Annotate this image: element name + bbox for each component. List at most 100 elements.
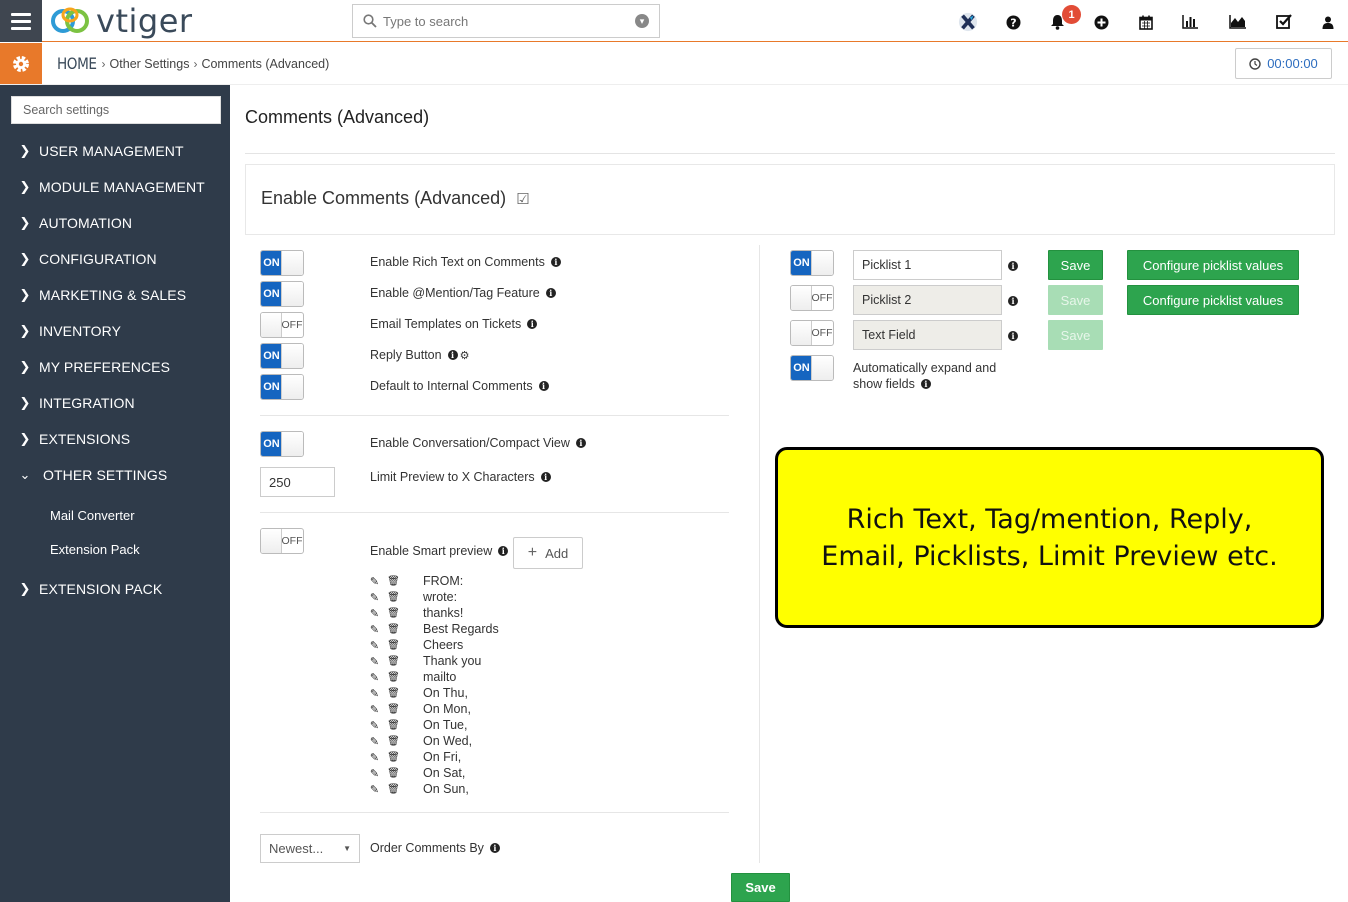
- pencil-icon[interactable]: ✎: [369, 687, 380, 700]
- settings-search-input[interactable]: Search settings: [11, 96, 221, 124]
- area-chart-icon[interactable]: [1227, 12, 1247, 32]
- info-icon[interactable]: i: [920, 379, 931, 389]
- sidebar-subitem-mail-converter[interactable]: Mail Converter: [50, 508, 135, 523]
- sidebar-item-automation[interactable]: ❯ AUTOMATION: [18, 212, 132, 234]
- trash-icon[interactable]: 🗑: [387, 672, 400, 683]
- info-icon[interactable]: i: [527, 319, 538, 329]
- sidebar-item-marketing-sales[interactable]: ❯ MARKETING & SALES: [18, 284, 187, 306]
- sidebar-subitem-extension-pack[interactable]: Extension Pack: [50, 542, 140, 557]
- sidebar-item-user-management[interactable]: ❯ USER MANAGEMENT: [18, 140, 184, 162]
- textfield-input[interactable]: Text Field: [853, 320, 1002, 350]
- trash-icon[interactable]: 🗑: [387, 784, 400, 795]
- breadcrumb-other-settings[interactable]: Other Settings: [110, 57, 190, 71]
- trash-icon[interactable]: 🗑: [387, 592, 400, 603]
- toggle-email-templates[interactable]: OFF: [260, 312, 304, 338]
- timer-button[interactable]: 00:00:00: [1235, 48, 1332, 79]
- sidebar-item-inventory[interactable]: ❯ INVENTORY: [18, 320, 121, 342]
- pencil-icon[interactable]: ✎: [369, 671, 380, 684]
- pencil-icon[interactable]: ✎: [369, 751, 380, 764]
- pencil-icon[interactable]: ✎: [369, 623, 380, 636]
- pencil-icon[interactable]: ✎: [369, 703, 380, 716]
- trash-icon[interactable]: 🗑: [387, 576, 400, 587]
- bar-chart-icon[interactable]: [1180, 12, 1200, 32]
- info-icon[interactable]: i: [540, 472, 551, 482]
- plus-circle-icon[interactable]: [1091, 12, 1111, 32]
- info-icon[interactable]: i: [1008, 261, 1018, 271]
- toggle-mention[interactable]: ON: [260, 281, 304, 307]
- toggle-conversation[interactable]: ON: [260, 431, 304, 457]
- pencil-icon[interactable]: ✎: [369, 783, 380, 796]
- help-icon[interactable]: ?: [1003, 12, 1023, 32]
- global-search-input[interactable]: [383, 13, 635, 29]
- add-smart-word-button[interactable]: + Add: [513, 537, 583, 569]
- picklist1-configure-button[interactable]: Configure picklist values: [1127, 250, 1299, 280]
- toggle-auto-expand[interactable]: ON: [790, 355, 834, 381]
- info-icon[interactable]: i: [489, 843, 500, 853]
- picklist1-input[interactable]: Picklist 1: [853, 250, 1002, 280]
- trash-icon[interactable]: 🗑: [387, 704, 400, 715]
- x-app-icon[interactable]: [958, 12, 978, 32]
- user-icon[interactable]: [1318, 12, 1338, 32]
- notification-badge[interactable]: 1: [1062, 5, 1081, 24]
- trash-icon[interactable]: 🗑: [387, 736, 400, 747]
- save-button[interactable]: Save: [731, 873, 790, 902]
- pencil-icon[interactable]: ✎: [369, 607, 380, 620]
- pencil-icon[interactable]: ✎: [369, 719, 380, 732]
- trash-icon[interactable]: 🗑: [387, 752, 400, 763]
- vtiger-logo[interactable]: vtiger: [50, 2, 193, 40]
- trash-icon[interactable]: 🗑: [387, 624, 400, 635]
- picklist2-input[interactable]: Picklist 2: [853, 285, 1002, 315]
- order-comments-select[interactable]: Newest... ▼: [260, 834, 360, 863]
- sidebar-item-extensions[interactable]: ❯ EXTENSIONS: [18, 428, 131, 450]
- trash-icon[interactable]: 🗑: [387, 688, 400, 699]
- info-icon[interactable]: i: [498, 546, 509, 556]
- breadcrumb-home[interactable]: HOME: [57, 54, 97, 73]
- search-filter-dropdown-icon[interactable]: ▾: [635, 14, 649, 28]
- info-icon[interactable]: i: [550, 257, 561, 267]
- global-search[interactable]: ▾: [352, 4, 660, 38]
- textfield-save-button[interactable]: Save: [1048, 320, 1103, 350]
- trash-icon[interactable]: 🗑: [387, 768, 400, 779]
- trash-icon[interactable]: 🗑: [387, 608, 400, 619]
- info-icon[interactable]: i: [447, 350, 458, 360]
- limit-preview-input[interactable]: [260, 467, 335, 497]
- settings-gear-icon[interactable]: [0, 43, 42, 84]
- task-check-icon[interactable]: [1274, 12, 1294, 32]
- divider: [260, 415, 729, 416]
- sidebar-item-other-settings[interactable]: ⌄ OTHER SETTINGS: [18, 464, 168, 486]
- toggle-reply[interactable]: ON: [260, 343, 304, 369]
- sidebar-item-module-management[interactable]: ❯ MODULE MANAGEMENT: [18, 176, 205, 198]
- gear-icon[interactable]: ⚙: [460, 349, 470, 362]
- calendar-icon[interactable]: [1136, 12, 1156, 32]
- pencil-icon[interactable]: ✎: [369, 575, 380, 588]
- info-icon[interactable]: i: [575, 438, 586, 448]
- toggle-textfield[interactable]: OFF: [790, 320, 834, 346]
- info-icon[interactable]: i: [1008, 296, 1018, 306]
- pencil-icon[interactable]: ✎: [369, 735, 380, 748]
- toggle-smart-preview[interactable]: OFF: [260, 528, 304, 554]
- info-icon[interactable]: i: [545, 288, 556, 298]
- picklist2-configure-button[interactable]: Configure picklist values: [1127, 285, 1299, 315]
- info-icon[interactable]: i: [1008, 331, 1018, 341]
- trash-icon[interactable]: 🗑: [387, 640, 400, 651]
- hamburger-menu-icon[interactable]: [0, 0, 42, 42]
- toggle-picklist1[interactable]: ON: [790, 250, 834, 276]
- trash-icon[interactable]: 🗑: [387, 720, 400, 731]
- toggle-internal[interactable]: ON: [260, 374, 304, 400]
- pencil-icon[interactable]: ✎: [369, 639, 380, 652]
- toggle-picklist2[interactable]: OFF: [790, 285, 834, 311]
- pencil-icon[interactable]: ✎: [369, 655, 380, 668]
- sidebar-item-configuration[interactable]: ❯ CONFIGURATION: [18, 248, 157, 270]
- option-order: Order Comments By i: [370, 841, 500, 855]
- info-icon[interactable]: i: [538, 381, 549, 391]
- sidebar-item-integration[interactable]: ❯ INTEGRATION: [18, 392, 135, 414]
- pencil-icon[interactable]: ✎: [369, 591, 380, 604]
- pencil-icon[interactable]: ✎: [369, 767, 380, 780]
- sidebar-item-my-preferences[interactable]: ❯ MY PREFERENCES: [18, 356, 170, 378]
- toggle-rich-text[interactable]: ON: [260, 250, 304, 276]
- picklist2-save-button[interactable]: Save: [1048, 285, 1103, 315]
- sidebar-item-extension-pack[interactable]: ❯ EXTENSION PACK: [18, 578, 163, 600]
- checkmark-icon[interactable]: ☑: [516, 190, 529, 208]
- picklist1-save-button[interactable]: Save: [1048, 250, 1103, 280]
- trash-icon[interactable]: 🗑: [387, 656, 400, 667]
